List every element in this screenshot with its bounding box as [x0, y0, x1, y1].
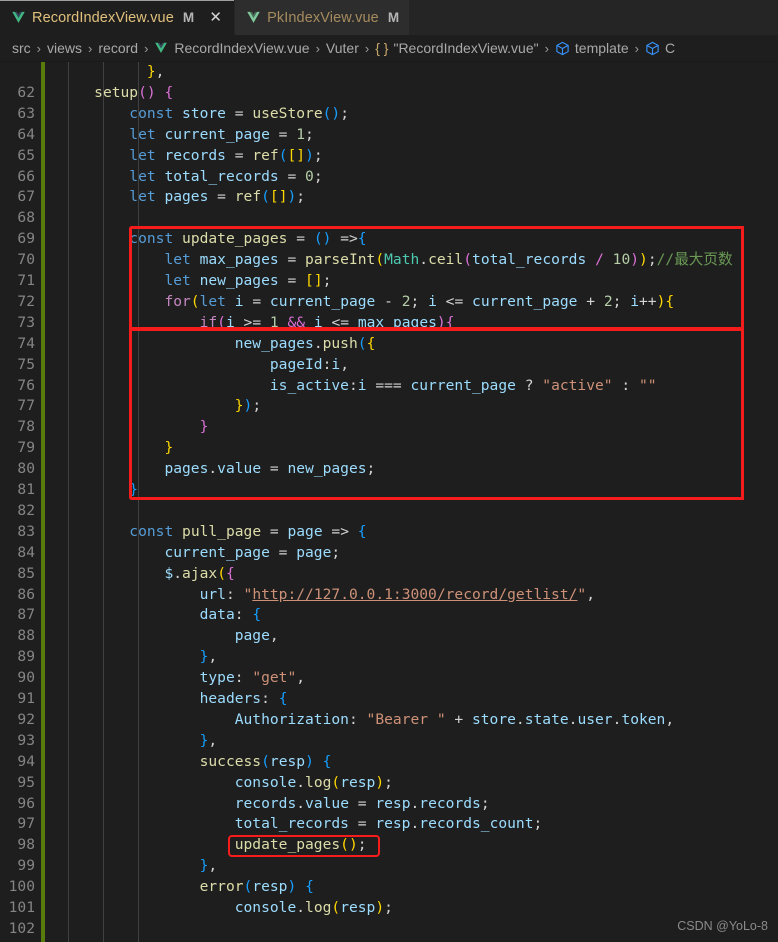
cube-icon: [555, 41, 570, 56]
code-line[interactable]: 91 type: "get",: [0, 668, 778, 707]
vue-icon: [11, 10, 26, 25]
breadcrumb-separator: ›: [88, 40, 93, 56]
code-line[interactable]: 74 if(i >= 1 && i <= max_pages){: [0, 313, 778, 352]
breadcrumb-item-vuter[interactable]: Vuter: [326, 40, 359, 56]
breadcrumb-item-template[interactable]: template: [555, 40, 629, 56]
breadcrumb-item-truncated[interactable]: C: [645, 40, 675, 56]
tab-dirty-indicator: M: [182, 10, 195, 25]
code-line[interactable]: 62 },: [0, 62, 778, 101]
code-line[interactable]: 67 let total_records = 0;: [0, 167, 778, 206]
code-line[interactable]: 102 console.log(resp);: [0, 898, 778, 937]
code-line[interactable]: 89 page,: [0, 626, 778, 665]
code-line[interactable]: 79 }: [0, 417, 778, 456]
breadcrumb-label: C: [664, 40, 676, 56]
code-line[interactable]: 73 for(let i = current_page - 2; i <= cu…: [0, 292, 778, 331]
code-line[interactable]: 81 pages.value = new_pages;: [0, 459, 778, 498]
code-line[interactable]: 95 success(resp) {: [0, 752, 778, 791]
breadcrumb-item-module[interactable]: { } "RecordIndexView.vue": [375, 40, 538, 56]
code-line[interactable]: 68 let pages = ref([]);: [0, 187, 778, 226]
code-line[interactable]: 88 data: {: [0, 605, 778, 644]
breadcrumb-label: template: [574, 40, 629, 56]
code-line[interactable]: 65 let current_page = 1;: [0, 125, 778, 164]
code-line[interactable]: 84 const pull_page = page => {: [0, 522, 778, 561]
tab-dirty-indicator: M: [387, 10, 400, 25]
line-number: 102: [8, 919, 35, 937]
breadcrumb-separator: ›: [634, 40, 639, 56]
cube-icon: [645, 41, 660, 56]
breadcrumb-item-views[interactable]: views: [47, 40, 82, 56]
breadcrumb-separator: ›: [364, 40, 370, 56]
code-line[interactable]: 85 current_page = page;: [0, 543, 778, 582]
breadcrumb-label: RecordIndexView.vue: [174, 40, 310, 56]
code-line[interactable]: 76 pageId:i,: [0, 355, 778, 394]
code-line[interactable]: 80 }: [0, 438, 778, 477]
code-line[interactable]: 92 headers: {: [0, 689, 778, 728]
breadcrumb-item-record[interactable]: record: [98, 40, 138, 56]
breadcrumb-label: Vuter: [325, 40, 359, 56]
code-line[interactable]: 93 Authorization: "Bearer " + store.stat…: [0, 710, 778, 749]
code-line[interactable]: 90 },: [0, 647, 778, 686]
breadcrumb-label: views: [47, 40, 83, 56]
breadcrumb-separator: ›: [144, 40, 149, 56]
braces-icon: { }: [375, 40, 389, 56]
watermark: CSDN @YoLo-8: [677, 919, 768, 933]
code-line[interactable]: 101 error(resp) {: [0, 877, 778, 916]
tab-label: PkIndexView.vue: [267, 9, 379, 26]
code-line[interactable]: 70 const update_pages = () =>{: [0, 229, 778, 268]
breadcrumb-label: record: [98, 40, 139, 56]
code-line[interactable]: 87 url: "http://127.0.0.1:3000/record/ge…: [0, 585, 778, 624]
code-line[interactable]: 66 let records = ref([]);: [0, 146, 778, 185]
breadcrumb-label: src: [12, 40, 31, 56]
code-line[interactable]: 77 is_active:i === current_page ? "activ…: [0, 376, 778, 415]
code-line[interactable]: 75 new_pages.push({: [0, 334, 778, 373]
breadcrumb-separator: ›: [36, 40, 42, 56]
code-line[interactable]: 98 total_records = resp.records_count;: [0, 814, 778, 853]
code-line[interactable]: 94 },: [0, 731, 778, 770]
vscode-window: RecordIndexView.vue M ✕ PkIndexView.vue …: [0, 0, 778, 942]
code-line[interactable]: 83: [0, 501, 778, 540]
editor-tab-bar: RecordIndexView.vue M ✕ PkIndexView.vue …: [0, 0, 778, 35]
vue-icon: [154, 41, 169, 56]
breadcrumb-separator: ›: [544, 40, 549, 56]
code-line[interactable]: 71 let max_pages = parseInt(Math.ceil(to…: [0, 250, 778, 289]
code-line[interactable]: 69: [0, 208, 778, 247]
vue-icon: [246, 10, 261, 25]
breadcrumb: src › views › record › RecordIndexView.v…: [0, 35, 778, 62]
code-line[interactable]: 64 const store = useStore();: [0, 104, 778, 143]
code-line[interactable]: 96 console.log(resp);: [0, 773, 778, 812]
breadcrumb-separator: ›: [315, 40, 320, 56]
tab-bar-empty-space: [410, 0, 778, 35]
close-icon[interactable]: ✕: [207, 9, 224, 26]
code-line[interactable]: 82 }: [0, 480, 778, 519]
breadcrumb-item-file[interactable]: RecordIndexView.vue: [154, 40, 310, 56]
code-line[interactable]: 100 },: [0, 856, 778, 895]
code-line[interactable]: 63 setup() {: [0, 83, 778, 122]
breadcrumb-label: "RecordIndexView.vue": [393, 40, 539, 56]
tab-label: RecordIndexView.vue: [32, 9, 174, 26]
code-line[interactable]: 78 });: [0, 396, 778, 435]
tab-record-index-view[interactable]: RecordIndexView.vue M ✕: [0, 0, 236, 35]
tab-pk-index-view[interactable]: PkIndexView.vue M: [235, 0, 411, 35]
breadcrumb-item-src[interactable]: src: [12, 40, 31, 56]
code-line[interactable]: 99 update_pages();: [0, 835, 778, 874]
code-editor[interactable]: 62 }, 63 setup() { 64 const store = useS…: [0, 62, 778, 942]
code-line[interactable]: 86 $.ajax({: [0, 564, 778, 603]
code-line[interactable]: 72 let new_pages = [];: [0, 271, 778, 310]
code-line[interactable]: 97 records.value = resp.records;: [0, 794, 778, 833]
